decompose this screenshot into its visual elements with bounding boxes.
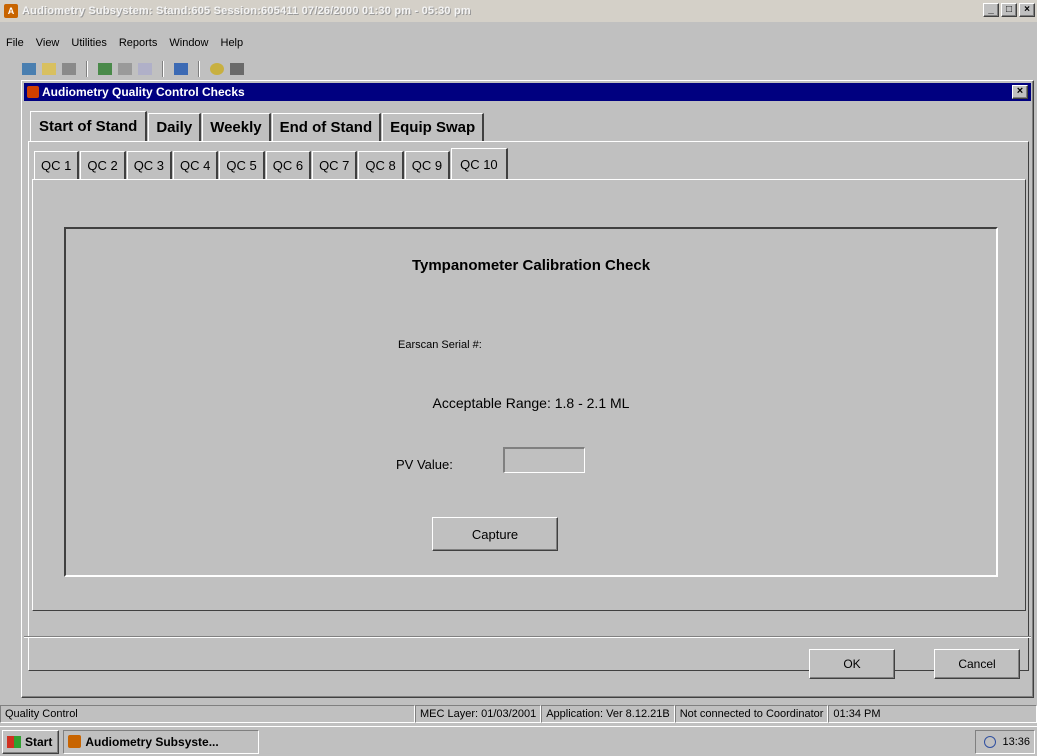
app-title-bar: A Audiometry Subsystem: Stand:605 Sessio… <box>0 0 1037 22</box>
calibration-groupbox: Tympanometer Calibration Check Earscan S… <box>64 227 998 577</box>
menu-window[interactable]: Window <box>169 37 208 49</box>
close-button[interactable]: × <box>1019 3 1035 17</box>
tab-end-of-stand[interactable]: End of Stand <box>271 113 382 141</box>
outer-tab-strip: Start of Stand Daily Weekly End of Stand… <box>30 111 485 141</box>
status-application-version: Application: Ver 8.12.21B <box>541 705 675 723</box>
tray-clock: 13:36 <box>1002 736 1030 748</box>
tab-qc-6[interactable]: QC 6 <box>265 151 312 179</box>
serial-label: Earscan Serial #: <box>398 339 482 351</box>
pv-value-label: PV Value: <box>396 457 453 472</box>
pv-value-input[interactable] <box>503 447 585 473</box>
tab-qc-9[interactable]: QC 9 <box>404 151 451 179</box>
menu-help[interactable]: Help <box>221 37 244 49</box>
help-icon[interactable] <box>210 63 224 75</box>
chart-icon[interactable] <box>174 63 188 75</box>
start-button[interactable]: Start <box>2 729 60 754</box>
taskbar-app-button[interactable]: Audiometry Subsyste... <box>63 729 260 754</box>
print-icon[interactable] <box>118 63 132 75</box>
people-icon[interactable] <box>98 63 112 75</box>
app-task-icon <box>68 735 82 748</box>
app-icon: A <box>4 4 18 18</box>
tab-qc-1[interactable]: QC 1 <box>34 151 80 179</box>
windows-logo-icon <box>7 735 21 748</box>
tab-qc-3[interactable]: QC 3 <box>126 151 173 179</box>
clock-icon <box>984 736 997 748</box>
menu-file[interactable]: File <box>6 37 24 49</box>
qc-dialog: Audiometry Quality Control Checks × Star… <box>21 80 1034 698</box>
app-title: Audiometry Subsystem: Stand:605 Session:… <box>22 5 471 17</box>
menu-bar: File View Utilities Reports Window Help <box>0 33 1037 53</box>
open-icon[interactable] <box>22 63 36 75</box>
acceptable-range-label: Acceptable Range: 1.8 - 2.1 ML <box>432 395 630 411</box>
cancel-button[interactable]: Cancel <box>934 649 1020 679</box>
window-controls: _ □ × <box>983 3 1035 17</box>
tab-qc-2[interactable]: QC 2 <box>80 151 126 179</box>
maximize-button[interactable]: □ <box>1001 3 1017 17</box>
status-time: 01:34 PM <box>828 705 1037 723</box>
toolbar-separator <box>198 61 200 77</box>
status-bar: Quality Control MEC Layer: 01/03/2001 Ap… <box>0 704 1037 724</box>
tab-equip-swap[interactable]: Equip Swap <box>382 113 485 141</box>
status-connection: Not connected to Coordinator <box>674 705 829 723</box>
tab-qc-8[interactable]: QC 8 <box>358 151 404 179</box>
dialog-title-bar: Audiometry Quality Control Checks × <box>24 83 1031 101</box>
tab-start-of-stand[interactable]: Start of Stand <box>30 111 148 141</box>
exit-icon[interactable] <box>230 63 244 75</box>
tab-qc-5[interactable]: QC 5 <box>219 151 265 179</box>
section-title: Tympanometer Calibration Check <box>411 257 651 274</box>
folder-icon[interactable] <box>42 63 56 75</box>
toolbar <box>18 58 378 80</box>
start-label: Start <box>25 734 53 749</box>
toolbar-separator <box>86 61 88 77</box>
dialog-app-icon <box>27 86 39 98</box>
status-text: Quality Control <box>0 705 415 723</box>
capture-button[interactable]: Capture <box>432 517 558 551</box>
taskbar: Start Audiometry Subsyste... 13:36 <box>0 726 1037 756</box>
dialog-title: Audiometry Quality Control Checks <box>42 85 245 99</box>
calendar-icon[interactable] <box>138 63 152 75</box>
save-icon[interactable] <box>62 63 76 75</box>
tab-qc-7[interactable]: QC 7 <box>312 151 358 179</box>
dialog-close-icon[interactable]: × <box>1012 85 1028 99</box>
system-tray: 13:36 <box>975 730 1035 754</box>
minimize-button[interactable]: _ <box>983 3 999 17</box>
toolbar-separator <box>162 61 164 77</box>
menu-reports[interactable]: Reports <box>119 37 158 49</box>
tab-qc-10[interactable]: QC 10 <box>451 148 508 179</box>
status-mec-layer: MEC Layer: 01/03/2001 <box>415 705 542 723</box>
taskbar-app-label: Audiometry Subsyste... <box>85 734 219 749</box>
inner-tab-strip: QC 1 QC 2 QC 3 QC 4 QC 5 QC 6 QC 7 QC 8 … <box>34 148 509 179</box>
tab-qc-4[interactable]: QC 4 <box>173 151 219 179</box>
ok-button[interactable]: OK <box>809 649 895 679</box>
tab-weekly[interactable]: Weekly <box>202 113 271 141</box>
menu-utilities[interactable]: Utilities <box>71 37 106 49</box>
tab-daily[interactable]: Daily <box>148 113 202 141</box>
dialog-separator <box>24 636 1031 638</box>
menu-view[interactable]: View <box>36 37 60 49</box>
